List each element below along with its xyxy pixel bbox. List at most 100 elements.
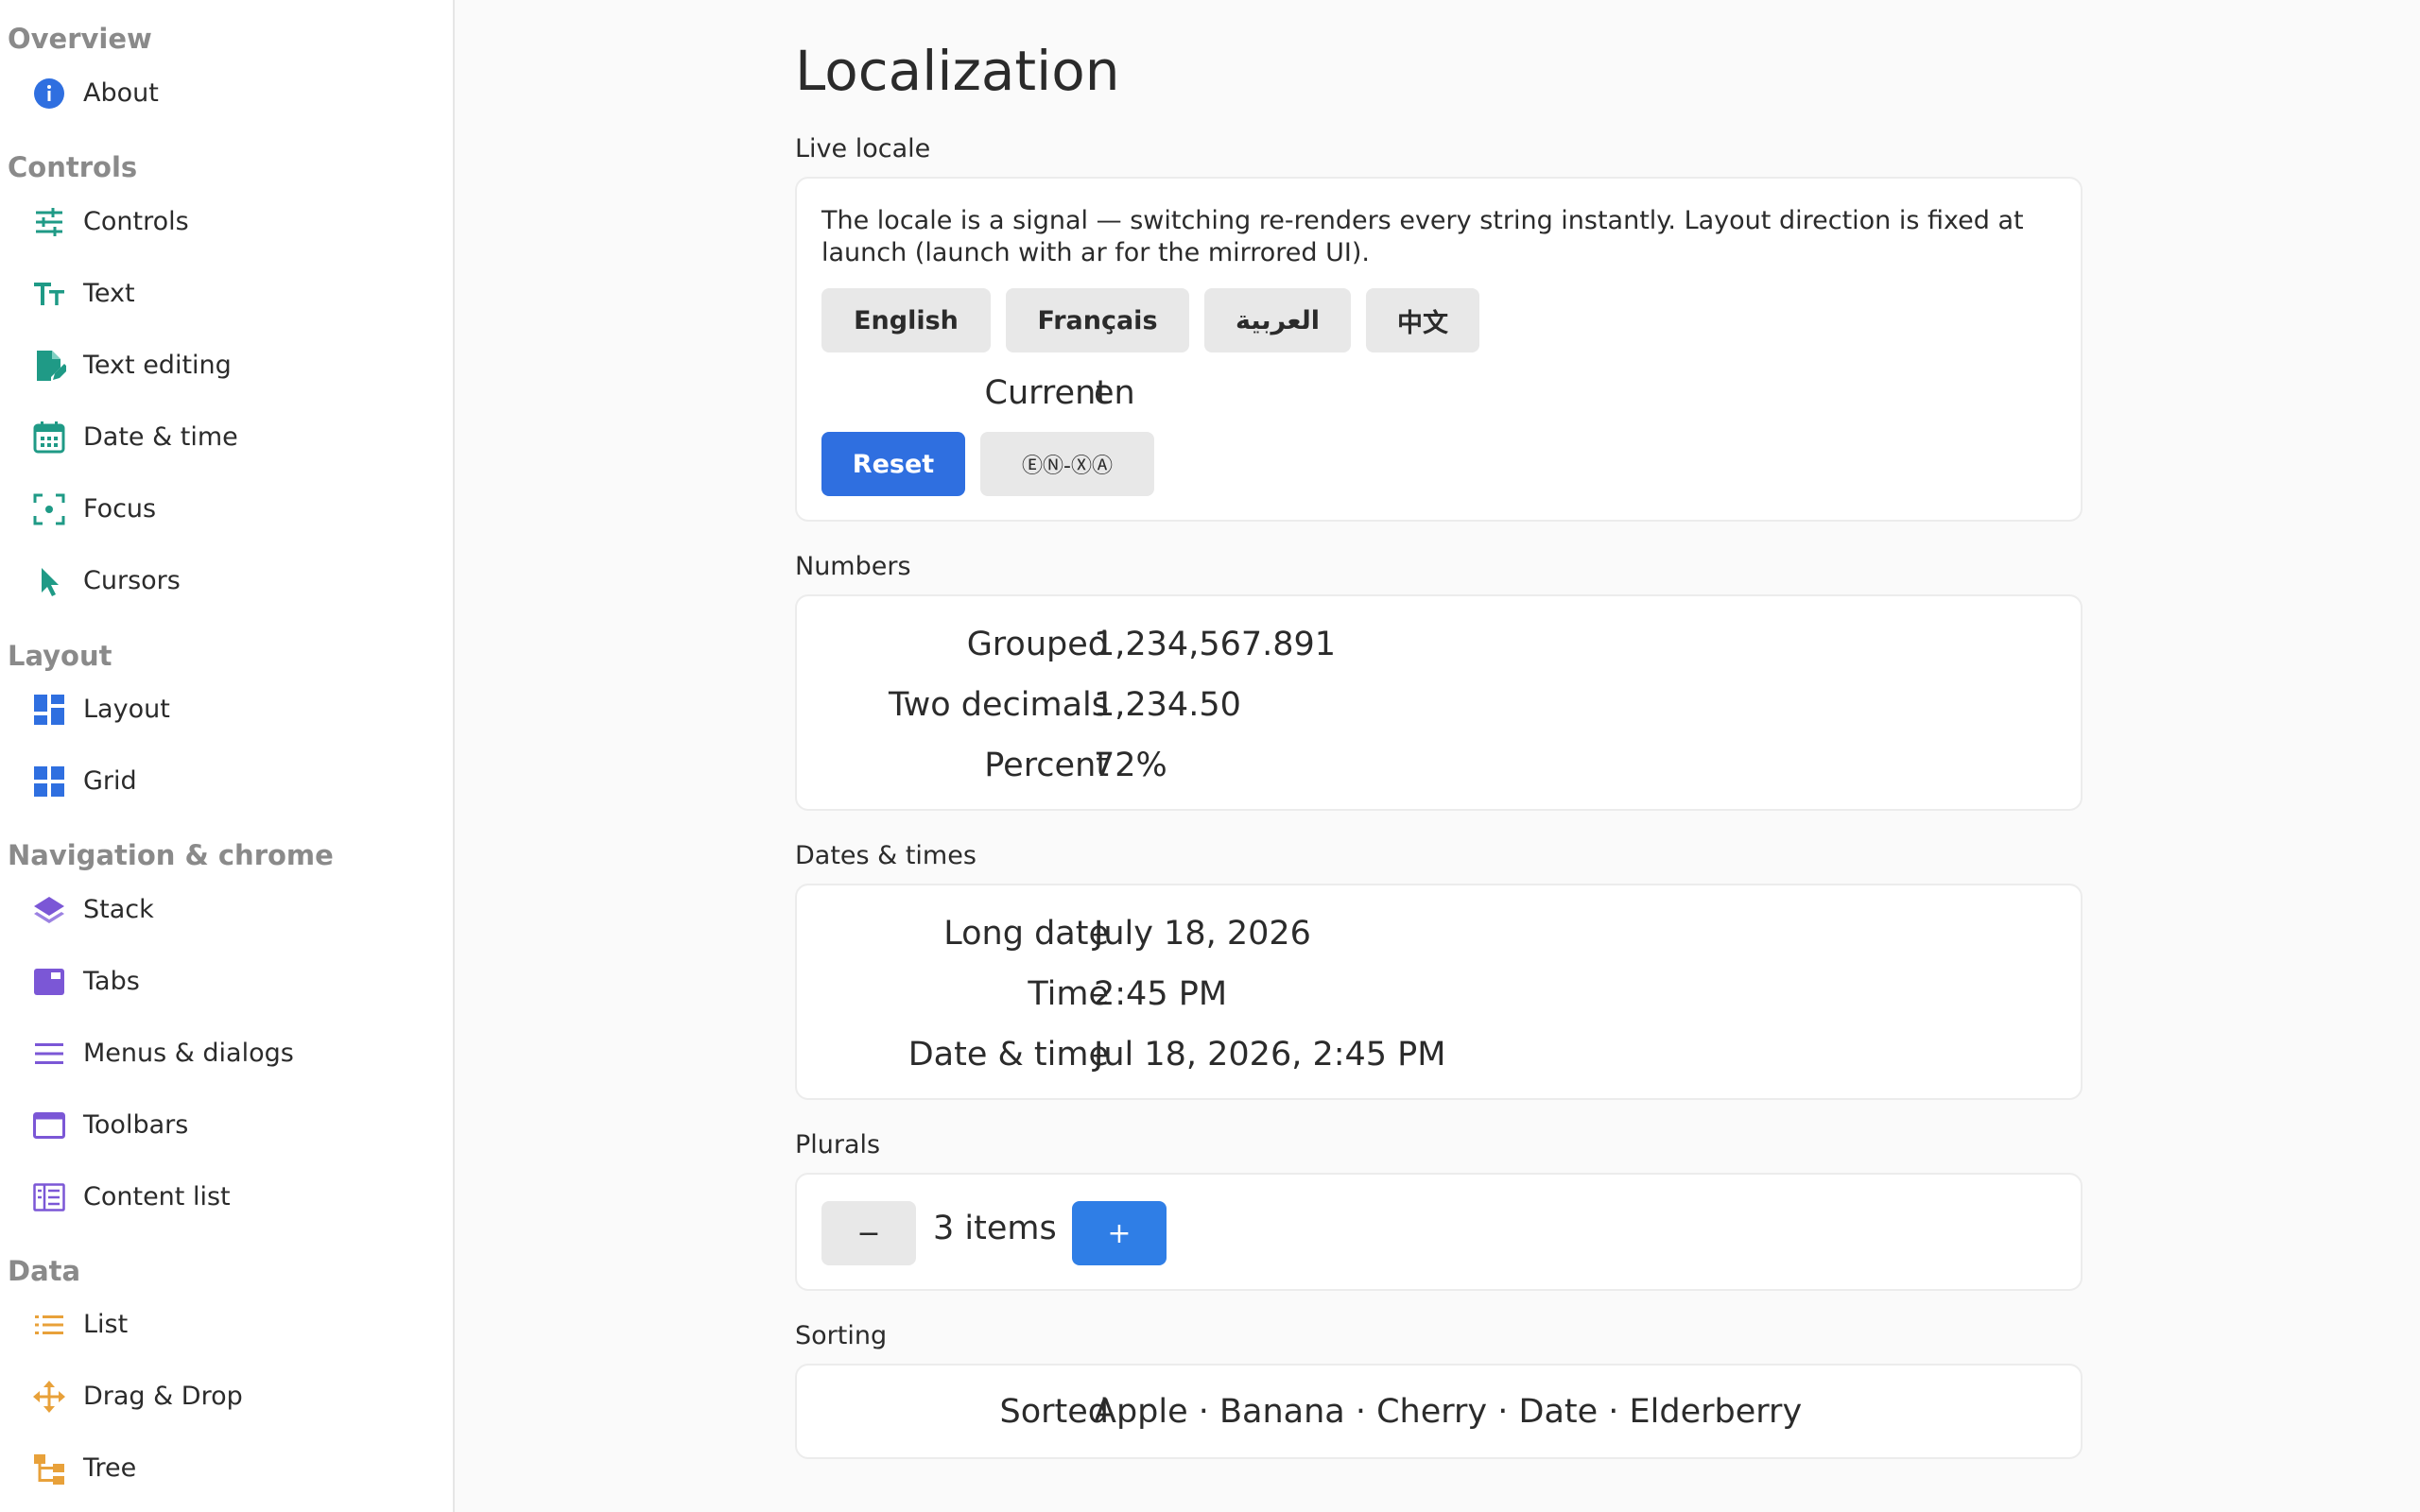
sidebar-item-label: Date & time <box>83 422 238 452</box>
current-locale-row: Current en <box>797 369 2084 417</box>
numbers-value: 1,234,567.891 <box>1094 626 1337 663</box>
list-icon <box>32 1308 66 1342</box>
sidebar-item-label: Controls <box>83 207 189 236</box>
info-icon <box>32 77 66 111</box>
sidebar-item-text-editing[interactable]: Text editing <box>0 333 453 399</box>
pseudo-locale-button[interactable]: ⒺⓃ-ⓍⒶ <box>980 432 1154 496</box>
focus-icon <box>32 492 66 526</box>
numbers-key: Grouped <box>966 626 1109 663</box>
sidebar-item-text[interactable]: Text <box>0 261 453 327</box>
dates-key: Date & time <box>908 1036 1109 1074</box>
sidebar-heading-controls: Controls <box>8 151 138 183</box>
sidebar-item-date-time[interactable]: Date & time <box>0 404 453 471</box>
sidebar-item-label: Text <box>83 279 135 308</box>
sidebar-item-grid[interactable]: Grid <box>0 748 453 815</box>
section-label-live-locale: Live locale <box>795 134 931 163</box>
sidebar-item-list[interactable]: List <box>0 1292 453 1358</box>
cursor-icon <box>32 564 66 598</box>
menu-icon <box>32 1037 66 1071</box>
stack-icon <box>32 893 66 927</box>
numbers-key: Two decimals <box>889 686 1109 724</box>
sidebar-item-menus-dialogs[interactable]: Menus & dialogs <box>0 1021 453 1087</box>
sidebar-item-label: About <box>83 78 159 108</box>
sorting-card: Sorted Apple · Banana · Cherry · Date · … <box>795 1364 2083 1459</box>
sidebar-item-label: Stack <box>83 895 154 924</box>
sidebar-item-label: Focus <box>83 494 157 524</box>
sorting-key: Sorted <box>999 1393 1110 1431</box>
numbers-row: Percent 72% <box>797 742 2084 789</box>
live-locale-card: The locale is a signal — switching re-re… <box>795 177 2083 522</box>
drag-icon <box>32 1380 66 1414</box>
language-button-french[interactable]: Français <box>1006 288 1189 352</box>
sidebar-item-label: Tabs <box>83 967 140 996</box>
dates-row: Long date July 18, 2026 <box>797 910 2084 957</box>
sidebar-heading-data: Data <box>8 1255 81 1287</box>
numbers-row: Two decimals 1,234.50 <box>797 681 2084 729</box>
tabs-icon <box>32 965 66 999</box>
calendar-icon <box>32 421 66 455</box>
sidebar: Overview About Controls Controls Text Te… <box>0 0 455 1512</box>
sidebar-item-tree[interactable]: Tree <box>0 1435 453 1502</box>
numbers-value: 1,234.50 <box>1094 686 1241 724</box>
sidebar-item-label: Layout <box>83 695 170 724</box>
sidebar-heading-navigation: Navigation & chrome <box>8 839 334 871</box>
tree-icon <box>32 1452 66 1486</box>
sidebar-item-label: Tree <box>83 1453 137 1483</box>
section-label-plurals: Plurals <box>795 1130 881 1160</box>
sorting-row: Sorted Apple · Banana · Cherry · Date · … <box>797 1388 2084 1435</box>
toolbar-icon <box>32 1108 66 1143</box>
plurals-card: − 3 items + <box>795 1173 2083 1291</box>
sliders-icon <box>32 205 66 239</box>
sidebar-item-controls[interactable]: Controls <box>0 189 453 255</box>
sidebar-item-focus[interactable]: Focus <box>0 476 453 542</box>
section-label-sorting: Sorting <box>795 1321 888 1350</box>
language-button-arabic[interactable]: العربية <box>1204 288 1351 352</box>
document-edit-icon <box>32 349 66 383</box>
reset-button[interactable]: Reset <box>821 432 965 496</box>
current-locale-value: en <box>1094 374 1135 412</box>
sidebar-item-stack[interactable]: Stack <box>0 877 453 943</box>
decrement-button[interactable]: − <box>821 1201 916 1265</box>
sidebar-item-content-list[interactable]: Content list <box>0 1164 453 1230</box>
sidebar-item-label: Text editing <box>83 351 232 380</box>
sidebar-item-label: Content list <box>83 1182 231 1211</box>
current-locale-key: Current <box>984 374 1109 412</box>
live-locale-description: The locale is a signal — switching re-re… <box>821 206 2024 267</box>
sidebar-item-about[interactable]: About <box>0 60 453 127</box>
section-label-numbers: Numbers <box>795 552 911 581</box>
language-button-english[interactable]: English <box>821 288 991 352</box>
numbers-card: Grouped 1,234,567.891 Two decimals 1,234… <box>795 594 2083 811</box>
language-button-chinese[interactable]: 中文 <box>1366 288 1479 352</box>
grid-icon <box>32 765 66 799</box>
content-list-icon <box>32 1180 66 1214</box>
page-title: Localization <box>795 39 1120 103</box>
sidebar-item-layout[interactable]: Layout <box>0 677 453 743</box>
increment-button[interactable]: + <box>1072 1201 1167 1265</box>
sidebar-heading-layout: Layout <box>8 640 112 672</box>
main-content: Localization Live locale The locale is a… <box>455 0 2420 1512</box>
sidebar-item-label: Drag & Drop <box>83 1382 243 1411</box>
app-window: Overview About Controls Controls Text Te… <box>0 0 2420 1512</box>
sorting-value: Apple · Banana · Cherry · Date · Elderbe… <box>1094 1393 1803 1431</box>
numbers-row: Grouped 1,234,567.891 <box>797 621 2084 668</box>
dates-value: 2:45 PM <box>1094 975 1228 1013</box>
dates-row: Date & time Jul 18, 2026, 2:45 PM <box>797 1031 2084 1078</box>
sidebar-item-toolbars[interactable]: Toolbars <box>0 1092 453 1159</box>
sidebar-heading-overview: Overview <box>8 23 152 55</box>
dates-key: Long date <box>943 915 1109 953</box>
sidebar-item-label: Cursors <box>83 566 181 595</box>
sidebar-item-label: List <box>83 1310 129 1339</box>
dates-value: Jul 18, 2026, 2:45 PM <box>1094 1036 1446 1074</box>
section-label-dates: Dates & times <box>795 841 977 870</box>
sidebar-item-tabs[interactable]: Tabs <box>0 949 453 1015</box>
sidebar-item-drag-drop[interactable]: Drag & Drop <box>0 1364 453 1430</box>
plural-count-text: 3 items <box>933 1210 1057 1247</box>
dates-card: Long date July 18, 2026 Time 2:45 PM Dat… <box>795 884 2083 1100</box>
dates-value: July 18, 2026 <box>1094 915 1311 953</box>
numbers-value: 72% <box>1094 747 1167 784</box>
sidebar-item-label: Toolbars <box>83 1110 189 1140</box>
numbers-key: Percent <box>984 747 1109 784</box>
sidebar-item-cursors[interactable]: Cursors <box>0 548 453 614</box>
layout-icon <box>32 693 66 727</box>
dates-row: Time 2:45 PM <box>797 971 2084 1018</box>
